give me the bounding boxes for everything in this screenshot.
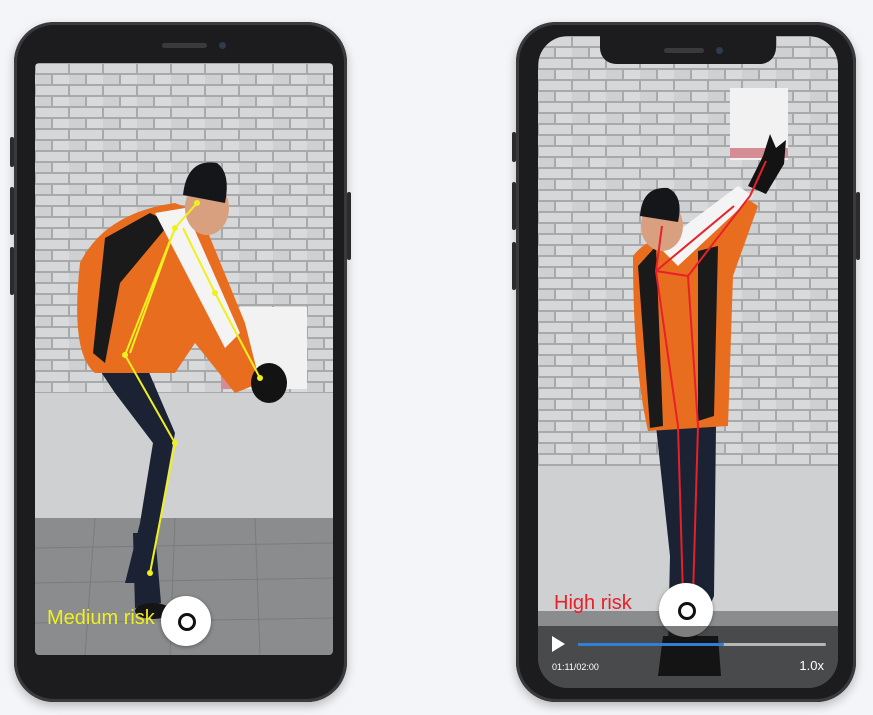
earpiece-speaker <box>664 48 704 53</box>
notch <box>600 36 776 64</box>
risk-level-label: Medium risk <box>47 607 155 629</box>
earpiece-speaker <box>162 43 207 48</box>
front-camera-icon <box>219 42 226 49</box>
side-button <box>10 137 14 167</box>
record-icon <box>178 613 196 631</box>
video-player-controls: 01:11/02:00 1.0x <box>538 626 838 688</box>
side-button <box>512 132 516 162</box>
playback-speed-button[interactable]: 1.0x <box>799 658 824 673</box>
volume-down-button <box>512 242 516 290</box>
seek-bar[interactable] <box>578 643 826 646</box>
seek-bar-progress <box>578 643 725 646</box>
right-screen: High risk 01:11/02:00 1.0x <box>538 36 838 688</box>
power-button <box>347 192 351 260</box>
volume-up-button <box>10 187 14 235</box>
left-screen: Medium risk <box>35 63 333 655</box>
front-camera-icon <box>716 47 723 54</box>
record-button[interactable] <box>161 596 211 646</box>
volume-down-button <box>10 247 14 295</box>
video-frame-medium-risk <box>35 63 333 655</box>
left-phone: Medium risk <box>10 22 351 702</box>
record-icon <box>678 602 696 620</box>
risk-level-label: High risk <box>554 592 632 614</box>
power-button <box>856 192 860 260</box>
right-phone: High risk 01:11/02:00 1.0x <box>512 22 860 702</box>
volume-up-button <box>512 182 516 230</box>
play-icon[interactable] <box>552 636 565 652</box>
playback-time: 01:11/02:00 <box>552 662 599 672</box>
